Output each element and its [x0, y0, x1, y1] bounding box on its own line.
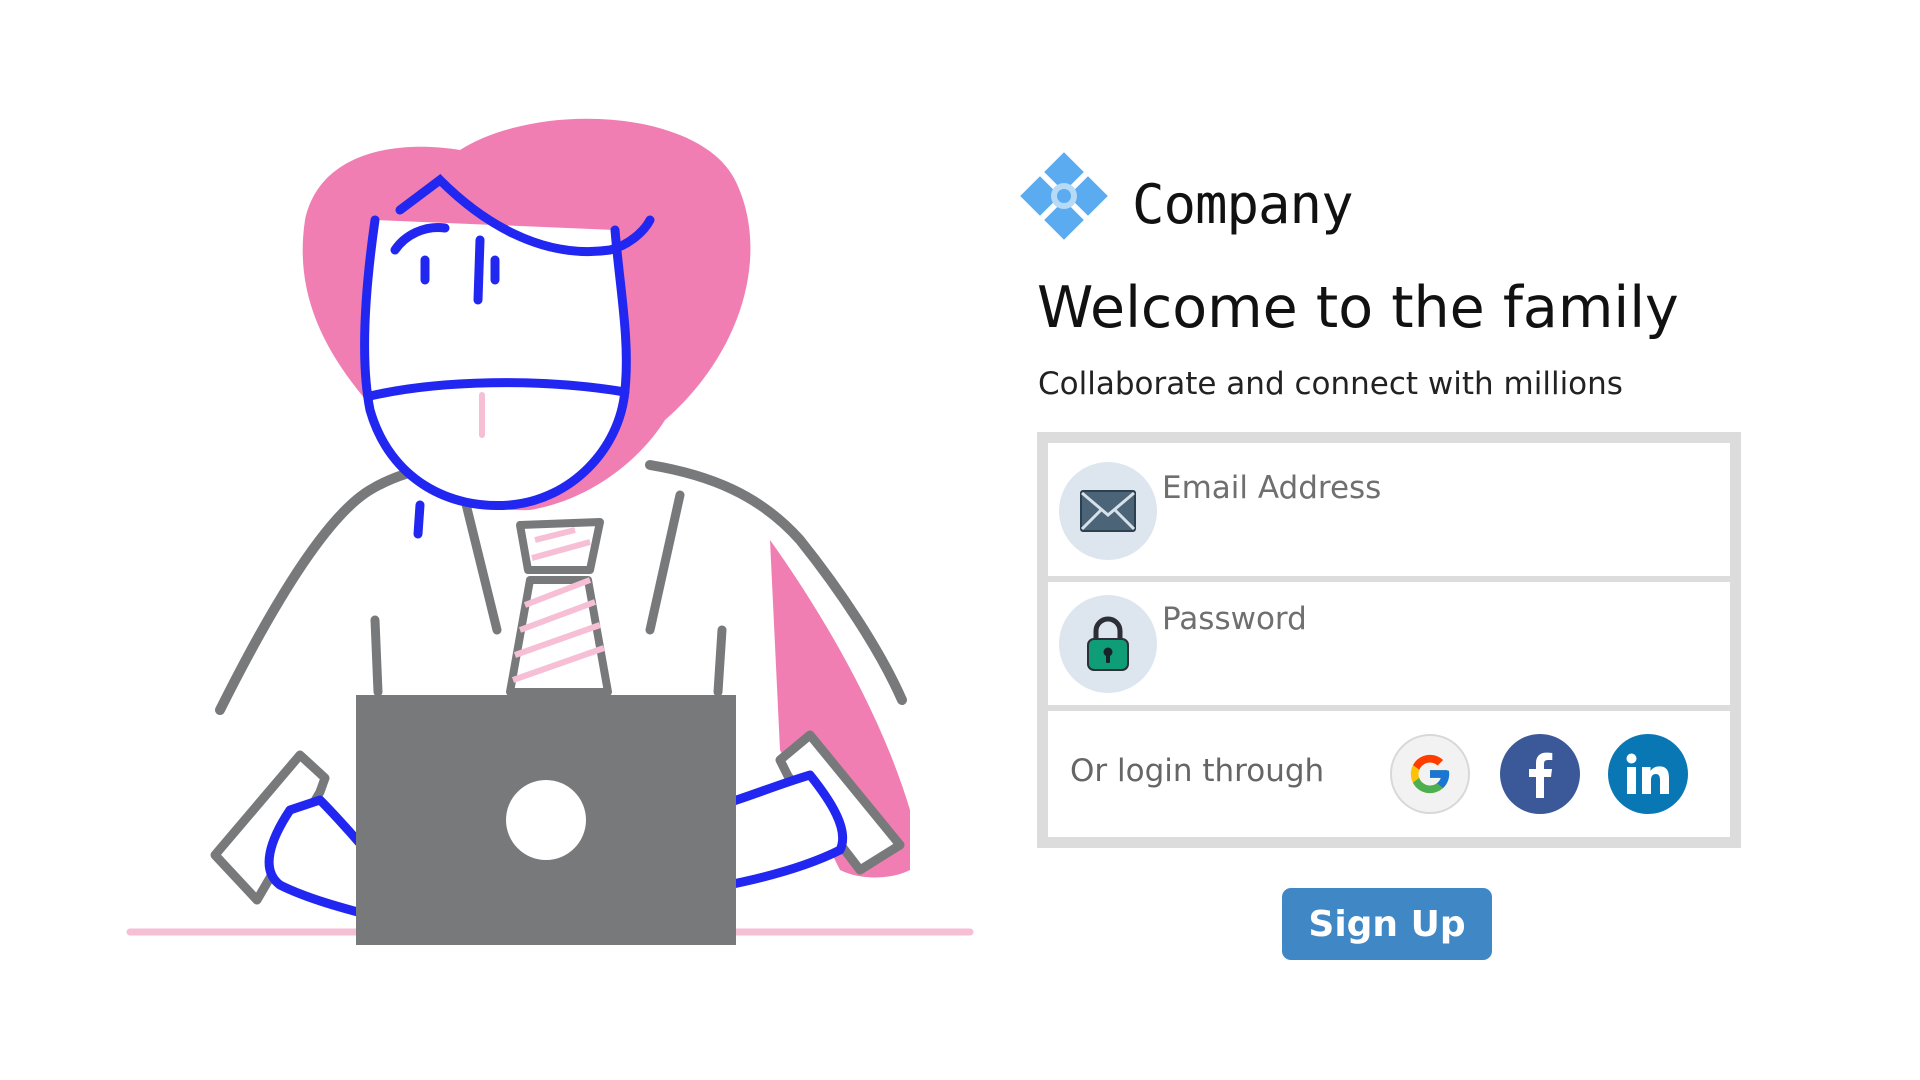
signup-page: Company Welcome to the family Collaborat…: [0, 0, 1920, 1080]
diamond-flower-logo-icon: [1020, 152, 1108, 240]
page-subtitle: Collaborate and connect with millions: [1038, 366, 1623, 402]
person-at-laptop-illustration: [126, 118, 974, 945]
page-title: Welcome to the family: [1037, 275, 1679, 341]
linkedin-icon: [1626, 753, 1669, 794]
linkedin-login-button[interactable]: [1608, 734, 1688, 814]
google-login-button[interactable]: [1390, 734, 1470, 814]
email-row: [1048, 443, 1730, 582]
brand: Company: [1020, 152, 1354, 256]
social-login-label: Or login through: [1070, 753, 1325, 789]
envelope-icon: [1059, 462, 1157, 560]
google-icon: [1410, 754, 1450, 794]
email-field[interactable]: [1162, 465, 1702, 511]
padlock-icon: [1059, 595, 1157, 693]
facebook-login-button[interactable]: [1500, 734, 1580, 814]
password-field[interactable]: [1162, 596, 1702, 642]
facebook-icon: [1529, 752, 1553, 798]
social-login-row: Or login through: [1048, 711, 1730, 837]
signup-form: Or login through: [1037, 432, 1741, 848]
hero-illustration: [120, 110, 1000, 960]
brand-name: Company: [1132, 172, 1354, 236]
sign-up-button[interactable]: Sign Up: [1282, 888, 1492, 960]
password-row: [1048, 582, 1730, 711]
